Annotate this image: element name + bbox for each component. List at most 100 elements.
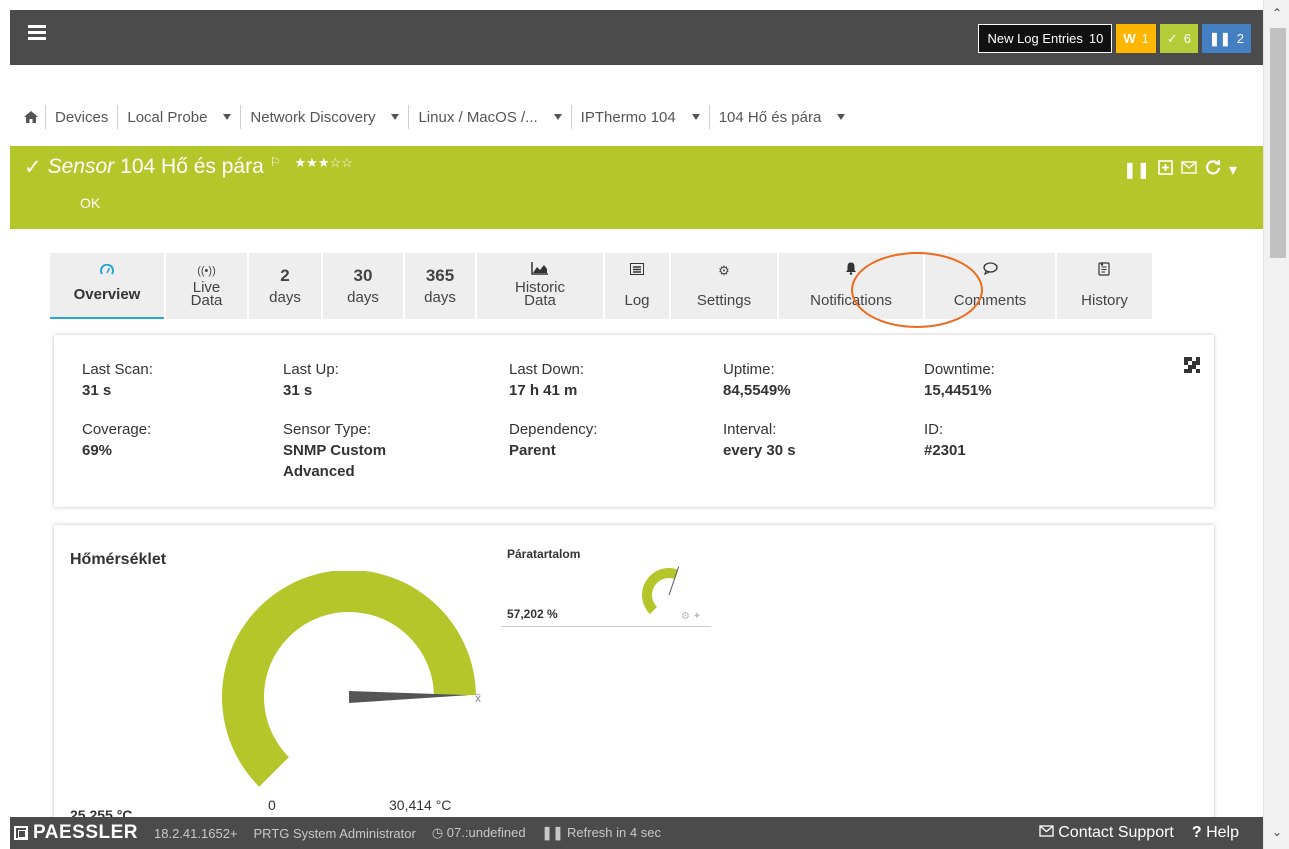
info-last-up: Last Up: 31 s <box>283 361 483 401</box>
info-value: 84,5549% <box>723 382 791 399</box>
paused-badge[interactable]: ❚❚ 2 <box>1201 24 1251 53</box>
tab-number: 365 <box>425 266 455 285</box>
add-icon[interactable] <box>1158 159 1173 180</box>
breadcrumb-local-probe[interactable]: Local Probe <box>118 105 242 129</box>
scroll-down-arrow-icon[interactable]: ⌄ <box>1264 825 1289 845</box>
caret-down-icon[interactable] <box>837 114 846 120</box>
tab-historic-data[interactable]: Historic Data <box>477 253 603 319</box>
tab-label: days <box>424 289 456 306</box>
vertical-scrollbar[interactable]: ⌃ ⌄ <box>1263 0 1289 849</box>
tab-history[interactable]: History <box>1057 253 1152 319</box>
hamburger-icon[interactable] <box>28 25 46 40</box>
info-label: ID: <box>924 421 944 438</box>
scrollbar-thumb[interactable] <box>1270 28 1286 258</box>
refresh-status[interactable]: ❚❚ Refresh in 4 sec <box>542 825 661 841</box>
broadcast-icon: ((•)) <box>197 265 216 277</box>
mail-icon[interactable] <box>1181 160 1197 179</box>
sensor-type-label: Sensor <box>47 155 115 178</box>
info-value[interactable]: Parent <box>509 440 709 461</box>
sensor-status: OK <box>80 195 101 211</box>
gauge-title: Hőmérséklet <box>70 551 167 568</box>
divider <box>501 626 711 627</box>
tab-label: Overview <box>73 286 141 303</box>
warning-badge-label: W <box>1123 31 1136 46</box>
home-icon[interactable] <box>10 105 46 129</box>
priority-stars[interactable]: ★★★☆☆ <box>295 155 353 171</box>
tab-365-days[interactable]: 365 days <box>405 253 475 319</box>
caret-down-icon[interactable] <box>691 114 700 120</box>
warning-badge[interactable]: W 1 <box>1116 24 1156 53</box>
gauge-icon <box>100 262 114 280</box>
breadcrumb-label: Linux / MacOS /... <box>418 108 538 126</box>
user-link[interactable]: PRTG System Administrator <box>254 826 416 841</box>
qr-code-icon[interactable] <box>1184 357 1200 373</box>
tab-live-data[interactable]: ((•)) Live Data <box>166 253 247 319</box>
notifications-highlight-circle <box>851 252 983 328</box>
pause-icon: ❚❚ <box>541 825 564 840</box>
info-uptime: Uptime: 84,5549% <box>723 361 923 401</box>
caret-down-icon[interactable] <box>391 114 400 120</box>
new-log-entries-button[interactable]: New Log Entries 10 <box>978 24 1113 53</box>
tab-label: Settings <box>696 292 752 309</box>
info-value: 31 s <box>283 382 313 399</box>
ok-count: 6 <box>1183 31 1191 46</box>
refresh-icon[interactable] <box>1205 159 1221 180</box>
info-label: Sensor Type: <box>283 421 372 438</box>
help-icon: ? <box>1191 824 1202 841</box>
pause-icon: ❚❚ <box>1208 30 1231 46</box>
clock-icon: ◷ <box>431 825 444 840</box>
tab-settings[interactable]: ⚙ Settings <box>671 253 777 319</box>
ok-badge[interactable]: ✓ 6 <box>1159 24 1198 53</box>
breadcrumb-linux-macos[interactable]: Linux / MacOS /... <box>409 105 572 129</box>
brand-name: PAESSLER <box>33 822 139 843</box>
flag-icon[interactable]: ⚐ <box>270 155 281 169</box>
info-value: 69% <box>82 442 113 459</box>
info-sensor-type: Sensor Type: SNMP Custom Advanced <box>283 421 453 482</box>
caret-down-icon[interactable] <box>553 114 562 120</box>
gauges-panel: Hőmérséklet x̄ 0 30,414 °C 25,255 °C Pár… <box>54 525 1214 825</box>
area-chart-icon <box>531 262 549 280</box>
tab-label: Data <box>190 292 223 309</box>
tab-log[interactable]: Log <box>605 253 669 319</box>
scroll-up-arrow-icon[interactable]: ⌃ <box>1264 6 1289 26</box>
sensor-tabs: Overview ((•)) Live Data 2 days 30 days … <box>50 253 1154 319</box>
info-dependency: Dependency: Parent <box>509 421 709 461</box>
info-label: Coverage: <box>82 421 152 438</box>
tab-overview[interactable]: Overview <box>50 253 164 319</box>
clock-text: 07.:undefined <box>446 825 526 840</box>
tab-number: 2 <box>280 266 290 285</box>
sensor-info-panel: Last Scan: 31 s Last Up: 31 s Last Down:… <box>54 335 1214 507</box>
breadcrumb-devices[interactable]: Devices <box>46 105 119 129</box>
humidity-gauge-title: Páratartalom <box>507 547 581 561</box>
check-icon: ✓ <box>1166 30 1178 46</box>
list-icon <box>630 262 644 280</box>
breadcrumb: Devices Local Probe Network Discovery Li… <box>10 105 854 129</box>
tab-30-days[interactable]: 30 days <box>323 253 403 319</box>
help-label: Help <box>1206 824 1239 841</box>
logo-icon <box>14 826 28 840</box>
contact-support-link[interactable]: Contact Support <box>1039 824 1174 842</box>
info-value: 17 h 41 m <box>509 382 578 399</box>
info-coverage: Coverage: 69% <box>82 421 282 461</box>
breadcrumb-sensor[interactable]: 104 Hő és pára <box>710 105 855 129</box>
bottom-links: Contact Support ? Help <box>1039 824 1239 842</box>
breadcrumb-ipthermo[interactable]: IPThermo 104 <box>572 105 710 129</box>
tab-2-days[interactable]: 2 days <box>249 253 321 319</box>
gauge-settings-icon[interactable]: ⚙ ✦ <box>681 611 701 622</box>
info-value: #2301 <box>924 442 966 459</box>
new-log-entries-label: New Log Entries <box>987 31 1083 46</box>
info-last-down: Last Down: 17 h 41 m <box>509 361 709 401</box>
help-link[interactable]: ? Help <box>1192 824 1239 842</box>
info-value: SNMP Custom Advanced <box>283 442 387 480</box>
pause-icon[interactable]: ❚❚ <box>1123 160 1150 180</box>
info-last-scan: Last Scan: 31 s <box>82 361 282 401</box>
version-text: 18.2.41.1652+ <box>154 825 238 841</box>
breadcrumb-label: IPThermo 104 <box>580 108 676 126</box>
caret-down-icon[interactable] <box>223 114 232 120</box>
top-bar: New Log Entries 10 W 1 ✓ 6 ❚❚ 2 <box>10 10 1263 65</box>
history-icon <box>1098 262 1111 280</box>
breadcrumb-network-discovery[interactable]: Network Discovery <box>241 105 410 129</box>
caret-down-icon[interactable]: ▾ <box>1229 160 1237 180</box>
clock: ◷ 07.:undefined <box>432 825 526 841</box>
info-interval: Interval: every 30 s <box>723 421 923 461</box>
